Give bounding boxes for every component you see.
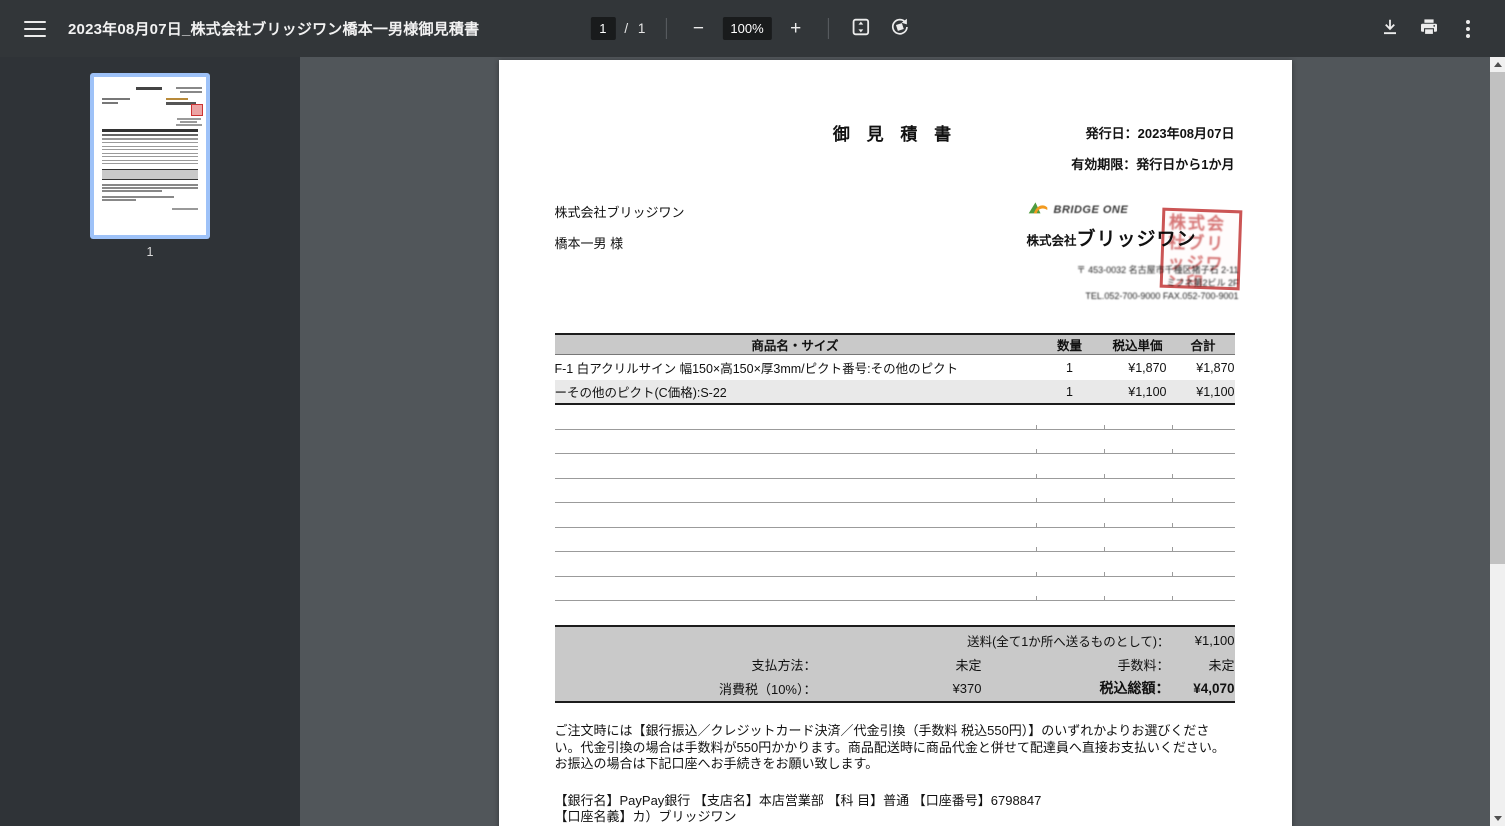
rotate-counterclockwise-icon bbox=[890, 17, 910, 40]
scroll-down-icon bbox=[1493, 816, 1502, 821]
fee-value: 未定 bbox=[1208, 657, 1235, 673]
toolbar-divider bbox=[827, 18, 829, 39]
scroll-up-icon bbox=[1493, 62, 1502, 67]
scroll-up-button[interactable] bbox=[1490, 57, 1505, 72]
shipping-label: 送料(全て1か所へ送るものとして)： bbox=[967, 634, 1170, 649]
zoom-in-button[interactable]: + bbox=[781, 14, 811, 44]
page-number-input[interactable] bbox=[590, 17, 616, 40]
column-header-product: 商品名・サイズ bbox=[751, 339, 839, 353]
vertical-scrollbar[interactable] bbox=[1490, 57, 1505, 826]
zoom-out-button[interactable]: − bbox=[683, 14, 713, 44]
grand-total-label: 税込総額： bbox=[1099, 680, 1170, 696]
payment-method-label: 支払方法： bbox=[751, 657, 817, 673]
grand-total-value: ¥4,070 bbox=[1193, 680, 1235, 696]
fee-label: 手数料： bbox=[1117, 657, 1170, 673]
bank-account-line: 【銀行名】PayPay銀行 【支店名】本店営業部 【科 目】普通 【口座番号】6… bbox=[554, 792, 1042, 808]
issue-date: 発行日：2023年08月07日 bbox=[1085, 126, 1235, 141]
empty-table-row bbox=[554, 503, 1235, 528]
table-header-row: 商品名・サイズ 数量 税込単価 合計 bbox=[554, 333, 1235, 355]
download-icon bbox=[1380, 17, 1400, 40]
table-row: F-1 白アクリルサイン 幅150×高150×厚3mm/ピクト番号:その他のピク… bbox=[554, 355, 1235, 380]
menu-icon[interactable] bbox=[24, 20, 46, 37]
page-thumbnail[interactable] bbox=[90, 73, 210, 239]
totals-summary: 送料(全て1か所へ送るものとして)： ¥1,100 支払方法： 未定 手数料： … bbox=[554, 625, 1235, 703]
empty-table-row bbox=[554, 552, 1235, 577]
column-header-total: 合計 bbox=[1190, 339, 1216, 353]
empty-table-row bbox=[554, 454, 1235, 479]
shipping-value: ¥1,100 bbox=[1194, 632, 1235, 648]
scrollbar-thumb[interactable] bbox=[1490, 72, 1505, 564]
empty-table-row bbox=[554, 528, 1235, 552]
thumbnail-page-number: 1 bbox=[146, 245, 154, 259]
empty-table-row bbox=[554, 479, 1235, 503]
thumbnail-preview bbox=[94, 77, 206, 235]
fit-page-icon bbox=[851, 17, 871, 40]
column-header-qty: 数量 bbox=[1056, 339, 1082, 353]
more-vertical-icon bbox=[1466, 19, 1470, 38]
company-seal-stamp: 株式会社ブリッジワン印 bbox=[1159, 207, 1242, 291]
customer-block: 株式会社ブリッジワン 橋本一男 様 bbox=[555, 202, 685, 252]
items-table: 商品名・サイズ 数量 税込単価 合計 F-1 白アクリルサイン 幅150×高15… bbox=[554, 333, 1235, 601]
customer-name: 橋本一男 様 bbox=[554, 236, 624, 251]
toolbar-divider bbox=[665, 18, 667, 39]
company-logo-text: BRIDGE ONE bbox=[1053, 204, 1129, 216]
download-button[interactable] bbox=[1375, 14, 1405, 44]
seller-block: BRIDGE ONE 株式会社ブリッジワン 〒 453-0032 名古屋市千種区… bbox=[1027, 199, 1242, 303]
print-button[interactable] bbox=[1414, 14, 1444, 44]
empty-table-row bbox=[554, 577, 1235, 601]
pdf-page: 御 見 積 書 発行日：2023年08月07日 有効期限：発行日から1か月 株式… bbox=[498, 60, 1292, 826]
document-viewer: 御 見 積 書 発行日：2023年08月07日 有効期限：発行日から1か月 株式… bbox=[300, 57, 1490, 826]
customer-company: 株式会社ブリッジワン bbox=[554, 205, 685, 220]
rotate-button[interactable] bbox=[885, 14, 915, 44]
empty-table-row bbox=[554, 405, 1235, 430]
table-row: ーその他のピクト(C価格):S-22 1 ¥1,100 ¥1,100 bbox=[554, 380, 1235, 405]
scroll-down-button[interactable] bbox=[1490, 811, 1505, 826]
thumbnail-sidebar: 1 bbox=[0, 57, 300, 826]
company-logo-icon bbox=[1027, 199, 1049, 221]
empty-table-row bbox=[554, 430, 1235, 454]
print-icon bbox=[1419, 17, 1439, 40]
column-header-unit-price: 税込単価 bbox=[1112, 339, 1163, 353]
page-count-label: / 1 bbox=[624, 21, 649, 36]
zoom-level-value: 100% bbox=[722, 17, 772, 40]
tax-label: 消費税（10%）： bbox=[718, 681, 817, 697]
bank-info: 【銀行名】PayPay銀行 【支店名】本店営業部 【科 目】普通 【口座番号】6… bbox=[555, 793, 1235, 826]
fit-page-button[interactable] bbox=[846, 14, 876, 44]
bank-holder-line: 【口座名義】カ）ブリッジワン bbox=[554, 809, 737, 824]
tax-value: ¥370 bbox=[952, 680, 982, 696]
pdf-toolbar: 2023年08月07日_株式会社ブリッジワン橋本一男様御見積書 / 1 − 10… bbox=[0, 0, 1505, 57]
document-title: 2023年08月07日_株式会社ブリッジワン橋本一男様御見積書 bbox=[68, 21, 480, 38]
more-options-button[interactable] bbox=[1453, 14, 1483, 44]
estimate-dates: 発行日：2023年08月07日 有効期限：発行日から1か月 bbox=[1071, 123, 1234, 173]
payment-method-value: 未定 bbox=[955, 657, 982, 673]
validity-period: 有効期限：発行日から1か月 bbox=[1071, 157, 1235, 172]
payment-notes: ご注文時には【銀行振込／クレジットカード決済／代金引換（手数料 税込550円）】… bbox=[554, 723, 1225, 771]
